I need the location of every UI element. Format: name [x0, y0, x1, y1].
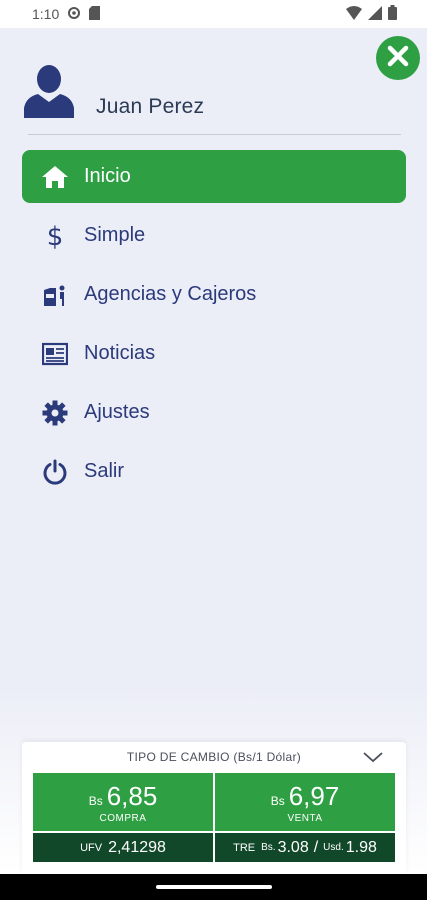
dollar-icon: $	[40, 221, 70, 251]
sd-card-icon	[89, 5, 101, 23]
menu-item-label: Noticias	[84, 342, 156, 364]
tre-bs-value: 3.08	[277, 838, 309, 856]
signal-icon	[368, 5, 382, 23]
buy-currency: Bs	[88, 794, 103, 808]
tre-usd-value: 1.98	[345, 838, 377, 856]
exchange-rate-card: TIPO DE CAMBIO (Bs/1 Dólar) Bs 6,85 COMP…	[22, 742, 406, 876]
drawer-menu: Inicio $ Simple Agencias y Cajeros Notic…	[22, 150, 406, 504]
home-gesture-pill[interactable]	[156, 885, 272, 889]
ufv-rate: UFV 2,41298	[33, 833, 213, 862]
avatar-icon	[24, 64, 74, 123]
profile-divider	[28, 134, 401, 135]
power-icon	[40, 457, 70, 487]
navigation-drawer: Juan Perez Inicio $ Simple Agencias y Ca…	[0, 28, 427, 876]
tre-usd-label: Usd.	[323, 842, 344, 853]
system-navigation-bar	[0, 874, 427, 900]
menu-item-salir[interactable]: Salir	[22, 445, 406, 498]
tre-rate: TRE Bs. 3.08 / Usd. 1.98	[215, 833, 395, 862]
close-icon	[387, 45, 409, 72]
buy-rate-box: Bs 6,85 COMPRA	[33, 773, 213, 831]
menu-item-agencias[interactable]: Agencias y Cajeros	[22, 268, 406, 321]
sell-rate-label: VENTA	[287, 813, 323, 824]
sell-rate-box: Bs 6,97 VENTA	[215, 773, 395, 831]
settings-status-icon	[67, 6, 81, 23]
tre-separator: /	[313, 838, 319, 856]
home-icon	[40, 162, 70, 192]
menu-item-label: Ajustes	[84, 401, 150, 423]
menu-item-inicio[interactable]: Inicio	[22, 150, 406, 203]
menu-item-simple[interactable]: $ Simple	[22, 209, 406, 262]
menu-item-label: Simple	[84, 224, 146, 246]
svg-text:$: $	[47, 222, 64, 250]
menu-item-noticias[interactable]: Noticias	[22, 327, 406, 380]
wifi-icon	[346, 5, 362, 23]
ufv-tag: UFV	[80, 841, 103, 854]
status-time: 1:10	[32, 6, 60, 22]
exchange-rate-header: TIPO DE CAMBIO (Bs/1 Dólar)	[126, 750, 302, 764]
menu-item-label: Inicio	[84, 165, 131, 187]
menu-item-label: Agencias y Cajeros	[84, 283, 257, 305]
menu-item-ajustes[interactable]: Ajustes	[22, 386, 406, 439]
tre-bs-label: Bs.	[261, 842, 276, 853]
status-bar: 1:10	[0, 0, 427, 28]
chevron-down-icon[interactable]	[362, 749, 384, 765]
buy-rate-value: 6,85	[106, 781, 158, 811]
atm-icon	[40, 280, 70, 310]
user-name: Juan Perez	[96, 95, 205, 118]
menu-item-label: Salir	[84, 460, 125, 482]
user-profile: Juan Perez	[24, 64, 204, 123]
buy-rate-label: COMPRA	[99, 813, 147, 824]
sell-rate-value: 6,97	[288, 781, 340, 811]
gear-icon	[40, 398, 70, 428]
close-drawer-button[interactable]	[376, 36, 420, 80]
battery-icon	[388, 5, 397, 23]
tre-tag: TRE	[233, 841, 256, 854]
ufv-value: 2,41298	[108, 838, 166, 856]
newspaper-icon	[40, 339, 70, 369]
sell-currency: Bs	[270, 794, 285, 808]
